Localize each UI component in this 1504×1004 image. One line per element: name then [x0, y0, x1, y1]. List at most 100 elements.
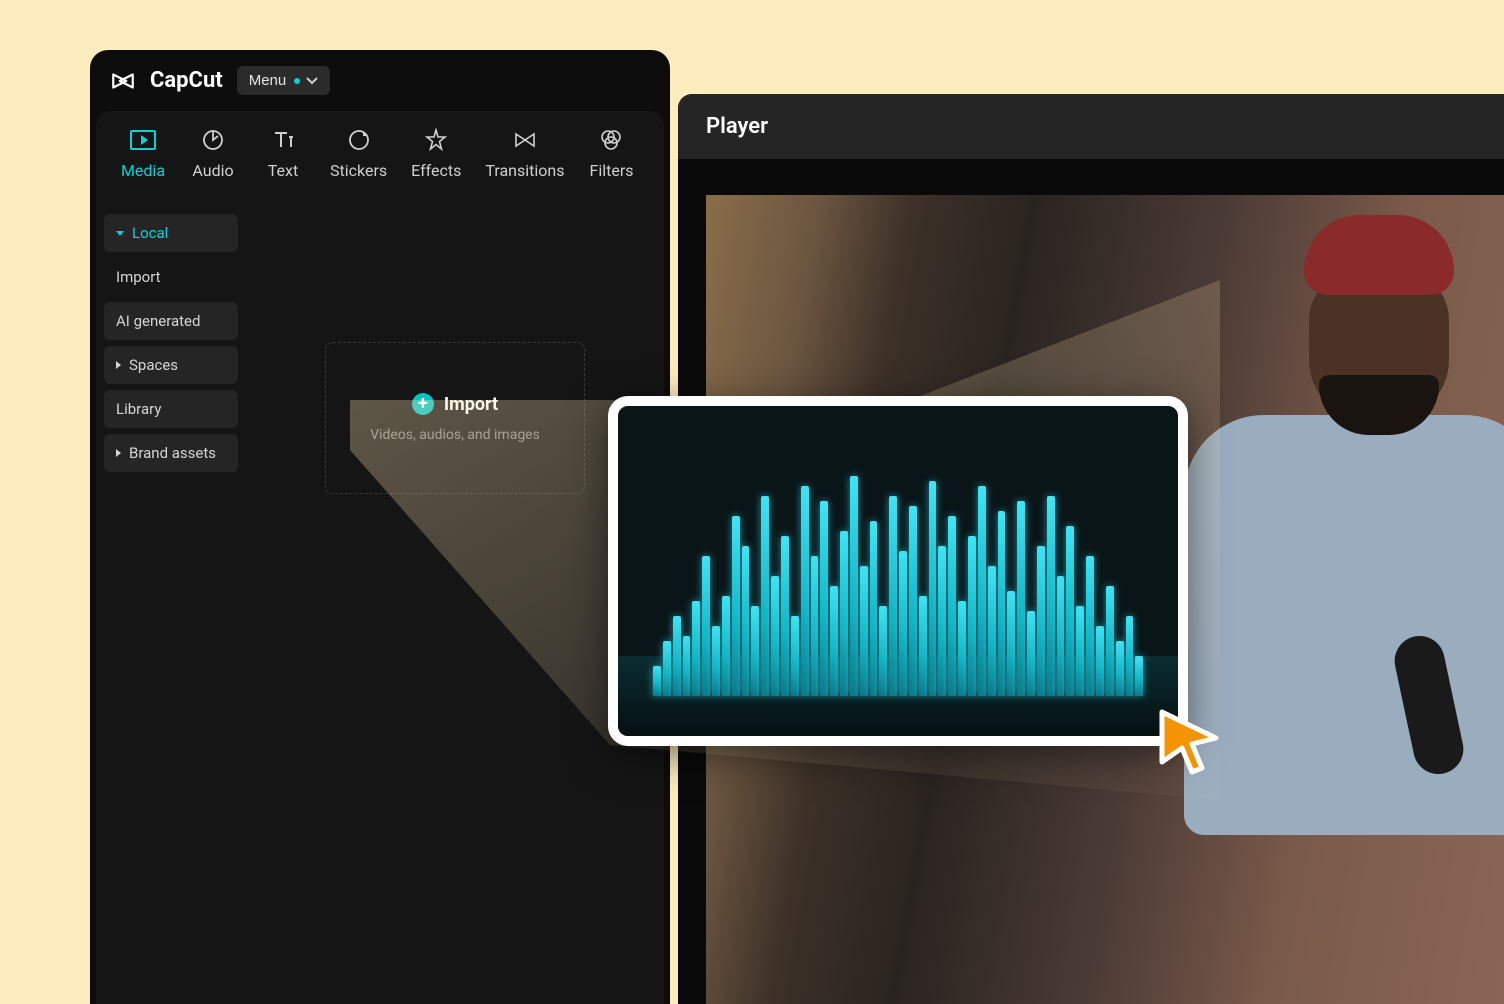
toolbar-effects[interactable]: Effects [399, 119, 473, 188]
equalizer-bar [1126, 616, 1134, 696]
equalizer-bar [899, 551, 907, 696]
equalizer-bar [781, 536, 789, 696]
equalizer-bar [761, 496, 769, 696]
caret-down-icon [116, 231, 124, 236]
sidebar-item-ai-generated[interactable]: AI generated [104, 302, 238, 340]
equalizer-bar [840, 531, 848, 696]
sidebar-item-label: AI generated [116, 312, 200, 330]
equalizer-bar [909, 506, 917, 696]
equalizer-bar [751, 606, 759, 696]
sidebar: Local Import AI generated Spaces Library [96, 202, 246, 1004]
equalizer-bar [771, 576, 779, 696]
content-row: Local Import AI generated Spaces Library [96, 202, 664, 1004]
sidebar-item-label: Library [116, 400, 161, 418]
capcut-logo-icon [110, 68, 136, 94]
equalizer-bar [683, 636, 691, 696]
equalizer-bar [929, 481, 937, 696]
equalizer-bar [791, 616, 799, 696]
app-name: CapCut [150, 68, 223, 93]
menu-indicator-dot [294, 78, 300, 84]
import-dropzone[interactable]: + Import Videos, audios, and images [325, 342, 585, 494]
equalizer-bar [1007, 591, 1015, 696]
caret-right-icon [116, 361, 121, 369]
equalizer-bar [1027, 611, 1035, 696]
equalizer-bar [1135, 656, 1143, 696]
caret-right-icon [116, 449, 121, 457]
sidebar-item-library[interactable]: Library [104, 390, 238, 428]
equalizer-bar [830, 586, 838, 696]
cursor-icon [1154, 704, 1226, 776]
equalizer-bar [958, 601, 966, 696]
toolbar-label: Stickers [330, 161, 387, 180]
equalizer-bar [742, 546, 750, 696]
equalizer-bar [1096, 626, 1104, 696]
sidebar-item-import[interactable]: Import [104, 258, 238, 296]
equalizer-bar [870, 521, 878, 696]
chevron-down-icon [306, 72, 318, 89]
equalizer-bar [1057, 576, 1065, 696]
equalizer-bar [722, 596, 730, 696]
menu-button[interactable]: Menu [237, 66, 331, 95]
equalizer-bar [1076, 606, 1084, 696]
audio-icon [200, 127, 226, 153]
import-header: + Import [370, 393, 540, 415]
equalizer-bar [988, 566, 996, 696]
toolbar-media[interactable]: Media [108, 119, 178, 188]
equalizer-bar [732, 516, 740, 696]
equalizer-bar [1017, 501, 1025, 696]
equalizer-bar [978, 486, 986, 696]
equalizer-bar [801, 486, 809, 696]
plus-circle-icon: + [412, 393, 434, 415]
equalizer-bar [712, 626, 720, 696]
player-title: Player [678, 94, 1504, 159]
sidebar-item-local[interactable]: Local [104, 214, 238, 252]
toolbar-label: Effects [411, 161, 461, 180]
toolbar-label: Filters [589, 161, 633, 180]
toolbar-audio[interactable]: Audio [178, 119, 248, 188]
media-thumbnail[interactable] [608, 396, 1188, 746]
equalizer-bar [1047, 496, 1055, 696]
sidebar-item-spaces[interactable]: Spaces [104, 346, 238, 384]
equalizer-bar [1037, 546, 1045, 696]
equalizer-bar [919, 596, 927, 696]
stickers-icon [346, 127, 372, 153]
equalizer-visualization [653, 456, 1143, 696]
equalizer-bar [1086, 556, 1094, 696]
equalizer-bar [879, 606, 887, 696]
equalizer-bar [1116, 641, 1124, 696]
equalizer-bar [850, 476, 858, 696]
toolbar-label: Audio [192, 161, 233, 180]
sidebar-item-brand-assets[interactable]: Brand assets [104, 434, 238, 472]
toolbar-label: Media [121, 161, 165, 180]
transitions-icon [512, 127, 538, 153]
equalizer-bar [663, 641, 671, 696]
toolbar-label: Text [268, 161, 298, 180]
equalizer-bar [811, 556, 819, 696]
import-subtitle: Videos, audios, and images [370, 427, 540, 443]
text-icon [270, 127, 296, 153]
menu-label: Menu [249, 72, 287, 89]
toolbar-stickers[interactable]: Stickers [318, 119, 399, 188]
equalizer-bar [653, 666, 661, 696]
toolbar-filters[interactable]: Filters [576, 119, 646, 188]
sidebar-item-label: Local [132, 224, 168, 242]
import-area: + Import Videos, audios, and images [246, 202, 664, 1004]
top-toolbar: Media Audio Text Stickers [96, 111, 664, 202]
equalizer-bar [968, 536, 976, 696]
toolbar-transitions[interactable]: Transitions [473, 119, 576, 188]
equalizer-bar [692, 601, 700, 696]
sidebar-item-label: Spaces [129, 356, 178, 374]
sidebar-item-label: Brand assets [129, 444, 216, 462]
sidebar-item-label: Import [116, 268, 161, 286]
toolbar-label: Transitions [485, 161, 564, 180]
equalizer-bar [889, 496, 897, 696]
filters-icon [598, 127, 624, 153]
titlebar: CapCut Menu [90, 50, 670, 111]
media-icon [130, 127, 156, 153]
equalizer-bar [820, 501, 828, 696]
equalizer-bar [1066, 526, 1074, 696]
toolbar-text[interactable]: Text [248, 119, 318, 188]
equalizer-bar [1106, 586, 1114, 696]
equalizer-bar [860, 566, 868, 696]
effects-icon [423, 127, 449, 153]
